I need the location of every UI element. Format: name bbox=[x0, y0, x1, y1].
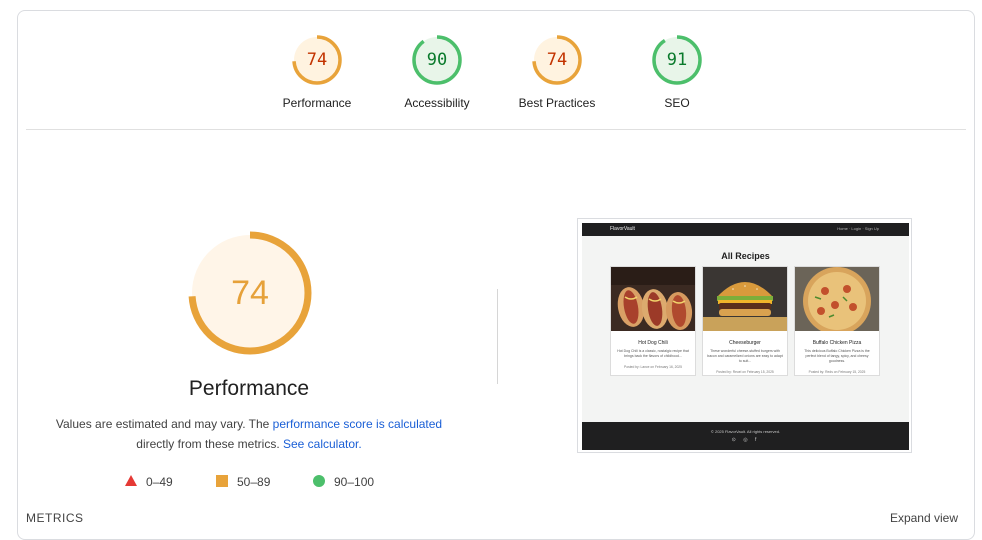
gauge-label: Best Practices bbox=[518, 96, 596, 110]
pizza-image bbox=[795, 267, 879, 335]
legend-range: 0–49 bbox=[146, 475, 173, 489]
gauge-performance[interactable]: 74 Performance bbox=[257, 35, 377, 110]
gauge-accessibility[interactable]: 90 Accessibility bbox=[377, 35, 497, 110]
legend-pass: 90–100 bbox=[312, 474, 374, 490]
cheeseburger-image bbox=[703, 267, 787, 331]
expand-view-button[interactable]: Expand view bbox=[890, 511, 958, 525]
screenshot-page: FlavorVault Home · Login · Sign Up All R… bbox=[582, 223, 909, 450]
recipe-card: Buffalo Chicken Pizza This delicious Buf… bbox=[794, 266, 880, 376]
gauge-score: 90 bbox=[426, 50, 448, 70]
circle-icon bbox=[313, 475, 325, 487]
performance-score-large: 74 bbox=[231, 274, 269, 312]
hot-dog-image bbox=[611, 267, 695, 331]
recipe-title: Cheeseburger bbox=[729, 340, 761, 346]
performance-gauge-large: 74 bbox=[188, 231, 312, 355]
recipe-title: Hot Dog Chili bbox=[638, 340, 668, 346]
social-icons: ⊙ ◎ f bbox=[731, 437, 760, 443]
gauge-score: 91 bbox=[666, 50, 688, 70]
divider bbox=[26, 129, 966, 130]
report-card: 74 Performance 90 Accessibility 74 Best … bbox=[17, 10, 975, 540]
screenshot-footer: © 2025 FlavorVault. All rights reserved.… bbox=[582, 422, 909, 450]
score-calculated-link[interactable]: performance score is calculated bbox=[273, 417, 442, 431]
square-icon bbox=[216, 475, 228, 487]
recipe-description: This delicious Buffalo Chicken Pizza is … bbox=[804, 349, 870, 363]
screenshot-nav-links: Home · Login · Sign Up bbox=[837, 226, 879, 231]
metrics-label: METRICS bbox=[26, 511, 84, 525]
note-text: directly from these metrics. bbox=[136, 437, 283, 451]
triangle-icon bbox=[125, 475, 137, 486]
legend-range: 90–100 bbox=[334, 475, 375, 489]
vertical-separator bbox=[497, 289, 498, 384]
gauge-score: 74 bbox=[546, 50, 568, 70]
recipe-card: Cheeseburger These wonderful cheese-stuf… bbox=[702, 266, 788, 376]
final-screenshot[interactable]: FlavorVault Home · Login · Sign Up All R… bbox=[577, 218, 912, 453]
gauge-label: SEO bbox=[664, 96, 690, 110]
screenshot-navbar: FlavorVault Home · Login · Sign Up bbox=[582, 223, 909, 236]
score-note: Values are estimated and may vary. The p… bbox=[38, 414, 460, 454]
screenshot-heading: All Recipes bbox=[721, 251, 770, 261]
recipe-posted: Posted by: Reds on February 15, 2025 bbox=[808, 370, 866, 374]
recipe-posted: Posted by: Lance on February 16, 2025 bbox=[624, 365, 682, 369]
recipe-posted: Posted by: Reuel on February 15, 2025 bbox=[716, 370, 774, 374]
recipe-title: Buffalo Chicken Pizza bbox=[812, 340, 862, 346]
legend-average: 50–89 bbox=[215, 474, 270, 490]
screenshot-brand: FlavorVault bbox=[610, 226, 635, 232]
see-calculator-link[interactable]: See calculator. bbox=[283, 437, 362, 451]
gauge-seo[interactable]: 91 SEO bbox=[617, 35, 737, 110]
gauge-score: 74 bbox=[306, 50, 328, 70]
performance-title: Performance bbox=[188, 377, 310, 400]
recipe-description: Hot Dog Chili is a classic, nostalgic re… bbox=[617, 349, 689, 358]
gauge-label: Performance bbox=[282, 96, 352, 110]
score-gauges: 74 Performance 90 Accessibility 74 Best … bbox=[18, 11, 974, 129]
note-text: Values are estimated and may vary. The bbox=[55, 417, 273, 431]
gauge-best-practices[interactable]: 74 Best Practices bbox=[497, 35, 617, 110]
legend-range: 50–89 bbox=[237, 475, 271, 489]
legend-fail: 0–49 bbox=[124, 474, 173, 490]
screenshot-footer-text: © 2025 FlavorVault. All rights reserved. bbox=[710, 429, 781, 434]
gauge-label: Accessibility bbox=[404, 96, 470, 110]
recipe-description: These wonderful cheese-stuffed burgers w… bbox=[707, 349, 783, 363]
recipe-card: Hot Dog Chili Hot Dog Chili is a classic… bbox=[610, 266, 696, 376]
